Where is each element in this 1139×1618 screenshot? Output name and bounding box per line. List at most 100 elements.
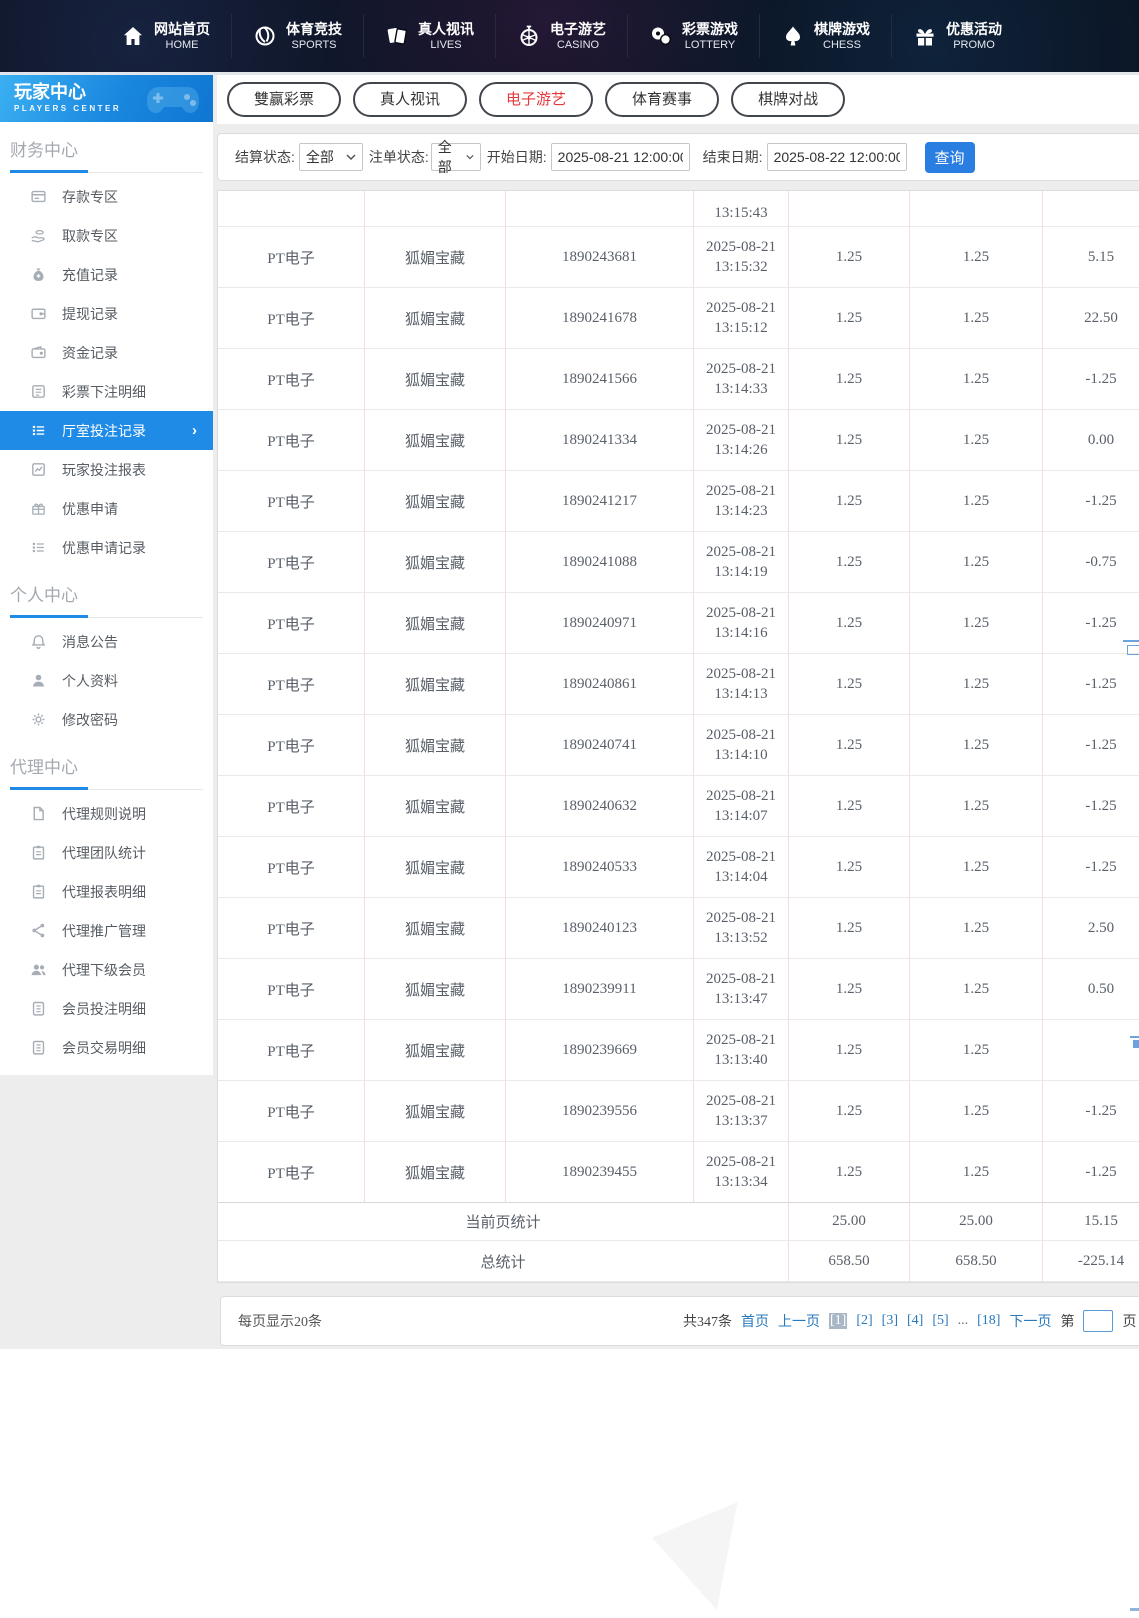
sidebar-item-彩票下注明细[interactable]: 彩票下注明细 — [0, 372, 213, 411]
tab-雙赢彩票[interactable]: 雙赢彩票 — [227, 82, 341, 117]
bet-datetime: 2025-08-21 13:14:23 — [706, 481, 776, 521]
sidebar-header: 玩家中心 PLAYERS CENTER — [0, 75, 213, 122]
players-center-page: 网站首页HOME体育竞技SPORTS真人视讯LIVES电子游艺CASINO彩票游… — [0, 0, 1139, 1618]
tab-棋牌对战[interactable]: 棋牌对战 — [731, 82, 845, 117]
sidebar-section-underline — [10, 787, 203, 790]
list-icon — [30, 383, 47, 400]
bet-datetime: 2025-08-21 13:14:10 — [706, 725, 776, 765]
sidebar-item-存款专区[interactable]: 存款专区 — [0, 177, 213, 216]
sidebar-item-label: 优惠申请记录 — [62, 538, 146, 558]
cell-win-loss: 22.50 — [1043, 288, 1139, 349]
sidebar-item-代理规则说明[interactable]: 代理规则说明 — [0, 794, 213, 833]
sidebar-item-会员交易明细[interactable]: 会员交易明细 — [0, 1028, 213, 1067]
pagination-link-[18][interactable]: [18] — [977, 1313, 1000, 1329]
settle-status-select[interactable]: 全部 — [299, 143, 363, 171]
deposit-card-icon — [30, 188, 47, 205]
sidebar-item-label: 会员交易明细 — [62, 1038, 146, 1058]
pagination-ellipsis: ... — [958, 1313, 969, 1329]
cell-valid-amount: 1.25 — [910, 1081, 1043, 1142]
nav-item-label-en: CASINO — [550, 38, 606, 52]
table-row: PT电子狐媚宝藏18902406322025-08-21 13:14:071.2… — [218, 776, 1139, 837]
sidebar-item-玩家投注报表[interactable]: 玩家投注报表 — [0, 450, 213, 489]
sidebar-item-优惠申请记录[interactable]: 优惠申请记录 — [0, 528, 213, 567]
sidebar-item-代理报表明细[interactable]: 代理报表明细 — [0, 872, 213, 911]
funds-icon — [30, 344, 47, 361]
cell-game-name: 狐媚宝藏 — [365, 410, 506, 471]
nav-item-home[interactable]: 网站首页HOME — [100, 14, 231, 58]
cell-bet-amount: 1.25 — [789, 593, 910, 654]
cell-win-loss: 2.50 — [1043, 898, 1139, 959]
nav-item-lottery[interactable]: 彩票游戏LOTTERY — [627, 14, 759, 58]
sidebar-item-充值记录[interactable]: 充值记录 — [0, 255, 213, 294]
sidebar-item-消息公告[interactable]: 消息公告 — [0, 622, 213, 661]
cell — [218, 191, 365, 227]
bet-datetime: 2025-08-21 13:14:04 — [706, 847, 776, 887]
sports-ball-icon — [253, 24, 277, 48]
cell-game: PT电子 — [218, 776, 365, 837]
nav-item-sports[interactable]: 体育竞技SPORTS — [231, 14, 363, 58]
spade-icon — [781, 24, 805, 48]
nav-item-casino[interactable]: 电子游艺CASINO — [495, 14, 627, 58]
sidebar-item-资金记录[interactable]: 资金记录 — [0, 333, 213, 372]
tab-真人视讯[interactable]: 真人视讯 — [353, 82, 467, 117]
hall-list-icon — [30, 422, 47, 439]
nav-item-label-en: PROMO — [946, 38, 1002, 52]
pagination-link-[3][interactable]: [3] — [882, 1313, 898, 1329]
cell-bet-amount: 1.25 — [789, 715, 910, 776]
nav-item-chess[interactable]: 棋牌游戏CHESS — [759, 14, 891, 58]
cell-valid-amount: 1.25 — [910, 593, 1043, 654]
cell-game: PT电子 — [218, 532, 365, 593]
pagination-link-[2][interactable]: [2] — [856, 1313, 872, 1329]
sidebar-item-修改密码[interactable]: 修改密码 — [0, 700, 213, 739]
gift-box-icon — [30, 500, 47, 517]
board-icon — [30, 844, 47, 861]
sidebar-item-提现记录[interactable]: 提现记录 — [0, 294, 213, 333]
nav-item-label-en: LOTTERY — [682, 38, 738, 52]
sidebar-item-个人资料[interactable]: 个人资料 — [0, 661, 213, 700]
cell-bet-amount: 1.25 — [789, 1142, 910, 1203]
nav-item-promo[interactable]: 优惠活动PROMO — [891, 14, 1023, 58]
sidebar-item-取款专区[interactable]: 取款专区 — [0, 216, 213, 255]
order-status-select[interactable]: 全部 — [431, 143, 481, 171]
nav-item-lives[interactable]: 真人视讯LIVES — [363, 14, 495, 58]
pagination-link-上一页[interactable]: 上一页 — [778, 1311, 820, 1331]
cell-valid-amount: 1.25 — [910, 776, 1043, 837]
jump-page-input[interactable] — [1083, 1310, 1113, 1332]
summary-label: 总统计 — [218, 1241, 789, 1282]
cell-valid-amount: 1.25 — [910, 227, 1043, 288]
cell-bet-amount: 1.25 — [789, 1081, 910, 1142]
cell-bet-amount: 1.25 — [789, 1020, 910, 1081]
cell-order-no: 1890240632 — [506, 776, 694, 837]
sidebar-item-会员投注明细[interactable]: 会员投注明细 — [0, 989, 213, 1028]
sidebar-item-优惠申请[interactable]: 优惠申请 — [0, 489, 213, 528]
cell-datetime: 2025-08-21 13:14:16 — [694, 593, 789, 654]
sidebar-item-代理推广管理[interactable]: 代理推广管理 — [0, 911, 213, 950]
table-row: PT电子狐媚宝藏18902409712025-08-21 13:14:161.2… — [218, 593, 1139, 654]
pagination-current-page[interactable]: [1] — [829, 1313, 847, 1329]
sidebar-item-代理下级会员[interactable]: 代理下级会员 — [0, 950, 213, 989]
cell-bet-amount: 1.25 — [789, 532, 910, 593]
cell-datetime: 2025-08-21 13:14:23 — [694, 471, 789, 532]
pagination-link-[5][interactable]: [5] — [932, 1313, 948, 1329]
start-date-input[interactable] — [551, 143, 690, 171]
cell-win-loss: 0.00 — [1043, 410, 1139, 471]
sidebar-item-厅室投注记录[interactable]: 厅室投注记录› — [0, 411, 213, 450]
table-row: PT电子狐媚宝藏18902394552025-08-21 13:13:341.2… — [218, 1142, 1139, 1203]
sidebar-item-代理团队统计[interactable]: 代理团队统计 — [0, 833, 213, 872]
cell-win-loss: -1.25 — [1043, 349, 1139, 410]
pagination-link-首页[interactable]: 首页 — [741, 1311, 769, 1331]
cell-win-loss: -1.25 — [1043, 715, 1139, 776]
pagination-link-下一页[interactable]: 下一页 — [1009, 1311, 1051, 1331]
nav-item-text: 彩票游戏LOTTERY — [682, 21, 738, 52]
pagination-link-[4][interactable]: [4] — [907, 1313, 923, 1329]
start-date-label: 开始日期: — [487, 147, 547, 167]
tab-电子游艺[interactable]: 电子游艺 — [479, 82, 593, 117]
sidebar: 玩家中心 PLAYERS CENTER 财务中心存款专区取款专区充值记录提现记录… — [0, 75, 213, 1075]
nav-item-label-en: SPORTS — [286, 38, 342, 52]
search-button[interactable]: 查询 — [925, 142, 975, 173]
tab-体育赛事[interactable]: 体育赛事 — [605, 82, 719, 117]
pagination-total-count: 共347条 — [683, 1311, 732, 1331]
end-date-input[interactable] — [767, 143, 907, 171]
nav-item-text: 电子游艺CASINO — [550, 21, 606, 52]
sidebar-section-underline — [10, 170, 203, 173]
